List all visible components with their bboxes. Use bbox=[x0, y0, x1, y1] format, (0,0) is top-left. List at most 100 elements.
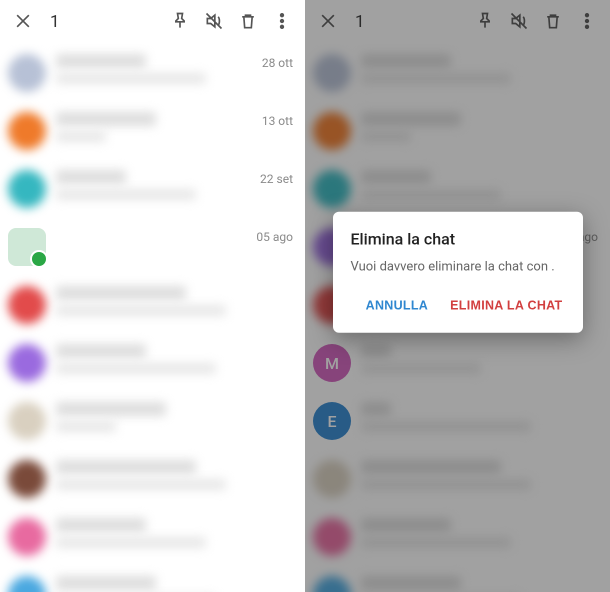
chat-row[interactable] bbox=[305, 508, 610, 566]
avatar bbox=[8, 54, 46, 92]
chat-main bbox=[56, 460, 277, 490]
chat-subtitle bbox=[56, 537, 206, 548]
avatar bbox=[8, 286, 46, 324]
avatar: M bbox=[313, 344, 351, 382]
chat-date: 13 ott bbox=[262, 112, 293, 128]
delete-button[interactable] bbox=[536, 5, 570, 39]
chat-subtitle bbox=[361, 479, 531, 490]
chat-row[interactable] bbox=[0, 450, 305, 508]
avatar bbox=[8, 402, 46, 440]
avatar bbox=[313, 170, 351, 208]
left-panel: 1 28 ott 13 ott 22 set 05 ago bbox=[0, 0, 305, 592]
chat-title bbox=[361, 460, 501, 474]
mute-button[interactable] bbox=[197, 5, 231, 39]
chat-title bbox=[56, 518, 146, 532]
selection-toolbar: 1 bbox=[305, 0, 610, 44]
chat-title bbox=[56, 286, 186, 300]
more-button[interactable] bbox=[570, 5, 604, 39]
avatar bbox=[313, 518, 351, 556]
chat-main bbox=[56, 518, 277, 548]
more-vert-icon bbox=[577, 11, 597, 34]
chat-subtitle bbox=[56, 189, 196, 200]
chat-main bbox=[56, 54, 246, 84]
right-panel: 1 05 agoME Elimina la chat Vuoi davvero … bbox=[305, 0, 610, 592]
close-selection-button[interactable] bbox=[311, 5, 345, 39]
close-icon bbox=[318, 11, 338, 34]
chat-main bbox=[56, 170, 244, 200]
chat-title bbox=[56, 344, 146, 358]
avatar bbox=[313, 112, 351, 150]
chat-title bbox=[361, 112, 461, 126]
selection-count: 1 bbox=[50, 12, 60, 32]
avatar bbox=[8, 576, 46, 592]
mute-icon bbox=[509, 11, 529, 34]
pin-button[interactable] bbox=[468, 5, 502, 39]
chat-subtitle bbox=[361, 421, 531, 432]
avatar bbox=[8, 112, 46, 150]
chat-row[interactable] bbox=[305, 102, 610, 160]
chat-row[interactable]: 05 ago bbox=[0, 218, 305, 276]
chat-main bbox=[361, 460, 582, 490]
chat-title bbox=[361, 170, 431, 184]
chat-subtitle bbox=[56, 421, 116, 432]
close-selection-button[interactable] bbox=[6, 5, 40, 39]
pin-icon bbox=[475, 11, 495, 34]
chat-main bbox=[361, 518, 582, 548]
chat-title bbox=[56, 54, 146, 68]
selection-toolbar: 1 bbox=[0, 0, 305, 44]
chat-row[interactable]: M bbox=[305, 334, 610, 392]
chat-subtitle bbox=[361, 131, 411, 142]
chat-row[interactable] bbox=[305, 450, 610, 508]
dialog-message: Vuoi davvero eliminare la chat con . bbox=[351, 259, 565, 277]
chat-title bbox=[56, 170, 126, 184]
avatar bbox=[313, 54, 351, 92]
delete-button[interactable] bbox=[231, 5, 265, 39]
chat-date: 28 ott bbox=[262, 54, 293, 70]
chat-date: 22 set bbox=[260, 170, 293, 186]
chat-row[interactable] bbox=[305, 44, 610, 102]
chat-row[interactable]: E bbox=[305, 392, 610, 450]
chat-row[interactable]: 28 ott bbox=[0, 44, 305, 102]
chat-subtitle bbox=[56, 305, 226, 316]
chat-title bbox=[361, 402, 391, 416]
chat-main bbox=[361, 54, 582, 84]
chat-title bbox=[56, 460, 196, 474]
chat-list[interactable]: 28 ott 13 ott 22 set 05 ago bbox=[0, 44, 305, 592]
chat-title bbox=[361, 576, 461, 590]
chat-date: 05 ago bbox=[256, 228, 293, 244]
chat-title bbox=[56, 402, 166, 416]
chat-row[interactable] bbox=[0, 508, 305, 566]
chat-subtitle bbox=[361, 189, 501, 200]
chat-main bbox=[361, 112, 582, 142]
dialog-title: Elimina la chat bbox=[351, 230, 565, 249]
avatar: E bbox=[313, 402, 351, 440]
chat-row[interactable]: 13 ott bbox=[0, 102, 305, 160]
avatar bbox=[313, 460, 351, 498]
selection-count: 1 bbox=[355, 12, 365, 32]
chat-main bbox=[361, 344, 582, 374]
chat-row[interactable] bbox=[305, 160, 610, 218]
chat-subtitle bbox=[56, 479, 226, 490]
chat-row[interactable] bbox=[0, 276, 305, 334]
chat-row[interactable]: 22 set bbox=[0, 160, 305, 218]
pin-button[interactable] bbox=[163, 5, 197, 39]
chat-main bbox=[56, 112, 246, 142]
chat-row[interactable] bbox=[0, 392, 305, 450]
chat-subtitle bbox=[56, 131, 106, 142]
pin-icon bbox=[170, 11, 190, 34]
avatar bbox=[8, 518, 46, 556]
confirm-delete-button[interactable]: ELIMINA LA CHAT bbox=[448, 293, 564, 319]
chat-main bbox=[361, 576, 582, 592]
chat-main bbox=[361, 402, 582, 432]
avatar bbox=[8, 460, 46, 498]
chat-title bbox=[361, 518, 451, 532]
chat-row[interactable] bbox=[0, 334, 305, 392]
avatar-selected bbox=[8, 228, 46, 266]
avatar bbox=[8, 170, 46, 208]
more-button[interactable] bbox=[265, 5, 299, 39]
mute-button[interactable] bbox=[502, 5, 536, 39]
cancel-button[interactable]: ANNULLA bbox=[364, 293, 431, 319]
chat-subtitle bbox=[361, 73, 511, 84]
chat-row[interactable] bbox=[305, 566, 610, 592]
chat-row[interactable] bbox=[0, 566, 305, 592]
